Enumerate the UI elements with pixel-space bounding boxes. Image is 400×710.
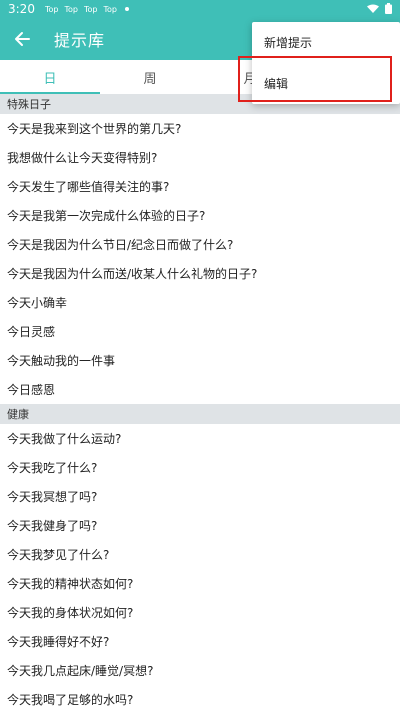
status-icons [367, 3, 392, 14]
list-item[interactable]: 今日感恩 [0, 375, 400, 404]
list-item[interactable]: 今天触动我的一件事 [0, 346, 400, 375]
list-item[interactable]: 今天发生了哪些值得关注的事? [0, 172, 400, 201]
tab-day[interactable]: 日 [0, 60, 100, 94]
list-item[interactable]: 今天我健身了吗? [0, 511, 400, 540]
prompt-list: 特殊日子 今天是我来到这个世界的第几天? 我想做什么让今天变得特别? 今天发生了… [0, 94, 400, 710]
list-item[interactable]: 今天我吃了什么? [0, 453, 400, 482]
list-item[interactable]: 今天小确幸 [0, 288, 400, 317]
list-item[interactable]: 今天我的精神状态如何? [0, 569, 400, 598]
status-time: 3:20 [8, 2, 35, 16]
back-button[interactable] [2, 18, 42, 60]
wifi-icon [367, 4, 379, 13]
list-item[interactable]: 今天我冥想了吗? [0, 482, 400, 511]
page-title: 提示库 [54, 31, 106, 50]
notification-label: Top [83, 4, 98, 14]
notification-label: Top [44, 4, 59, 14]
list-item[interactable]: 今天我喝了足够的水吗? [0, 685, 400, 710]
list-item[interactable]: 今天是我来到这个世界的第几天? [0, 114, 400, 143]
battery-icon [385, 3, 392, 14]
list-item[interactable]: 今天我睡得好不好? [0, 627, 400, 656]
notification-label: Top [103, 4, 117, 14]
list-item[interactable]: 我想做什么让今天变得特别? [0, 143, 400, 172]
notification-label: Top [64, 4, 78, 14]
section-header-health: 健康 [0, 404, 400, 424]
list-item[interactable]: 今天是我因为什么节日/纪念日而做了什么? [0, 230, 400, 259]
list-item[interactable]: 今天我的身体状况如何? [0, 598, 400, 627]
list-item[interactable]: 今天我做了什么运动? [0, 424, 400, 453]
notification-dot-icon [124, 7, 129, 11]
arrow-left-icon [15, 32, 30, 46]
status-bar: 3:20 Top Top Top Top [0, 0, 400, 18]
list-item[interactable]: 今天是我第一次完成什么体验的日子? [0, 201, 400, 230]
list-item[interactable]: 今天我梦见了什么? [0, 540, 400, 569]
list-item[interactable]: 今天我几点起床/睡觉/冥想? [0, 656, 400, 685]
highlight-box [238, 56, 392, 102]
tab-week[interactable]: 周 [100, 60, 200, 94]
list-item[interactable]: 今日灵感 [0, 317, 400, 346]
list-item[interactable]: 今天是我因为什么而送/收某人什么礼物的日子? [0, 259, 400, 288]
